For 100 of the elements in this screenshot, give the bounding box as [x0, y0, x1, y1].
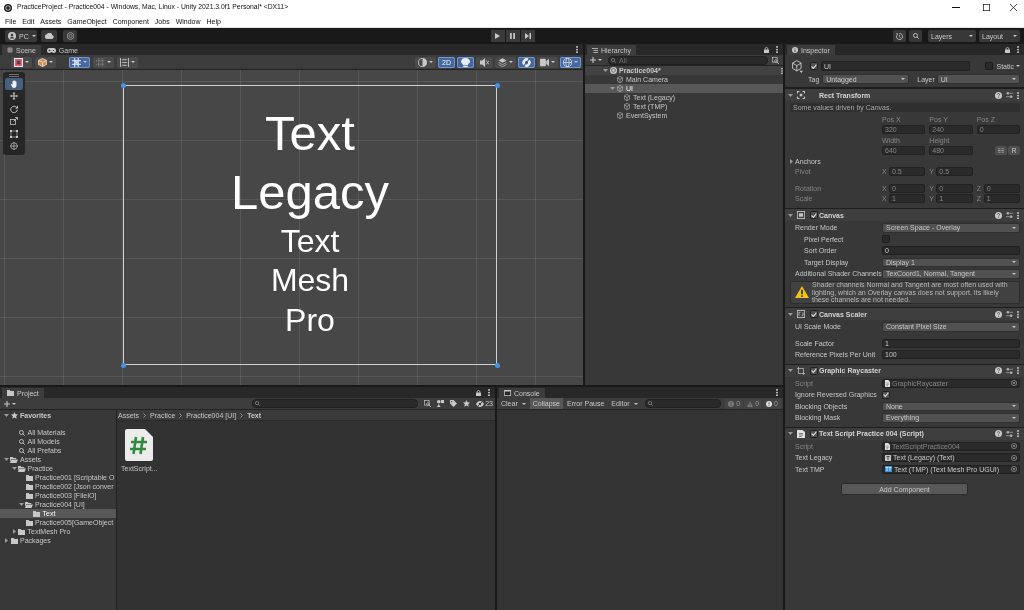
preset-sliders-icon[interactable] — [1006, 367, 1013, 374]
audio-button[interactable] — [476, 56, 493, 68]
align-button[interactable] — [117, 56, 138, 68]
checkmark-icon — [811, 311, 817, 317]
account-icon — [8, 32, 16, 40]
triangle-down-icon[interactable] — [4, 458, 9, 461]
object-picker-icon[interactable] — [1011, 380, 1017, 387]
cube-icon[interactable] — [792, 59, 803, 73]
search-field[interactable] — [252, 399, 419, 408]
search-button[interactable] — [909, 30, 922, 42]
help-icon[interactable] — [995, 91, 1002, 99]
shading-sphere-button[interactable] — [415, 56, 437, 68]
box-search-icon[interactable] — [772, 56, 779, 64]
enable-checkbox[interactable] — [810, 429, 818, 438]
lock-icon[interactable] — [476, 389, 481, 396]
info-icon — [766, 400, 773, 407]
shapes-icon[interactable] — [437, 400, 445, 407]
triangle-right-icon[interactable] — [5, 538, 8, 543]
corner-handle-icon[interactable] — [495, 83, 500, 88]
script-file-icon — [125, 429, 154, 461]
scale-icon — [10, 117, 18, 126]
corner-handle-icon[interactable] — [495, 363, 500, 368]
history-button[interactable] — [893, 30, 906, 42]
triangle-down-icon[interactable] — [788, 312, 793, 316]
script-icon — [885, 379, 890, 387]
search-field[interactable] — [644, 399, 722, 408]
shading-mode-button[interactable] — [11, 56, 32, 68]
hand-tool-button[interactable] — [5, 78, 23, 90]
hash-icon — [7, 47, 13, 53]
lock-icon[interactable] — [1005, 46, 1010, 53]
active-checkbox[interactable] — [810, 62, 818, 70]
corner-handle-icon[interactable] — [121, 83, 126, 88]
triangle-right-icon[interactable] — [789, 158, 793, 164]
triangle-down-icon[interactable] — [603, 69, 608, 72]
gizmos-button[interactable] — [560, 56, 581, 68]
triangle-down-icon[interactable] — [788, 93, 793, 97]
step-button[interactable] — [520, 30, 535, 42]
scene-text: Text Legacy — [231, 104, 389, 221]
snap-button[interactable] — [93, 56, 114, 68]
star-icon[interactable] — [463, 400, 471, 407]
rotate-icon — [10, 104, 18, 113]
drag-handle-icon[interactable] — [9, 74, 19, 77]
help-icon[interactable] — [995, 430, 1002, 437]
hand-icon — [10, 79, 18, 88]
caret-down-icon — [1012, 416, 1016, 419]
create-dropdown[interactable] — [4, 399, 16, 408]
draw-mode-button[interactable] — [35, 56, 56, 68]
lighting-button[interactable] — [457, 56, 474, 68]
preset-sliders-icon[interactable] — [1006, 92, 1013, 98]
collab-button[interactable] — [63, 30, 77, 42]
checkbox[interactable] — [882, 235, 890, 244]
visibility-button[interactable] — [518, 56, 535, 68]
script-icon — [797, 429, 805, 438]
cube-icon — [38, 57, 47, 67]
transform-icon — [10, 142, 18, 151]
folder-open-icon — [17, 465, 26, 472]
effects-button[interactable] — [495, 56, 516, 68]
triangle-down-icon[interactable] — [4, 414, 9, 417]
play-button[interactable] — [490, 30, 505, 42]
cloud-button[interactable] — [41, 30, 57, 42]
enable-checkbox[interactable] — [810, 310, 818, 318]
checkmark-icon — [883, 392, 889, 398]
triangle-down-icon[interactable] — [11, 467, 17, 470]
search-icon — [18, 447, 25, 454]
app-logo-icon — [4, 3, 12, 12]
triangle-down-icon[interactable] — [19, 503, 24, 506]
help-icon[interactable] — [995, 367, 1002, 374]
pause-button[interactable] — [505, 30, 520, 42]
star-icon — [10, 412, 18, 419]
triangle-down-icon[interactable] — [610, 87, 615, 90]
lock-icon[interactable] — [764, 46, 769, 53]
shading-icon — [14, 57, 23, 67]
help-icon[interactable] — [995, 310, 1002, 318]
caret-down-icon — [574, 61, 578, 63]
create-dropdown[interactable] — [588, 55, 604, 65]
enable-checkbox[interactable] — [810, 366, 818, 375]
align-icon — [120, 57, 129, 67]
preset-sliders-icon[interactable] — [1006, 212, 1013, 218]
checkbox[interactable] — [882, 390, 890, 399]
camera-button[interactable] — [537, 56, 558, 68]
type-filter-icon[interactable] — [424, 400, 432, 407]
triangle-down-icon[interactable] — [788, 213, 793, 217]
triangle-down-icon[interactable] — [788, 432, 793, 435]
tag-icon[interactable] — [450, 400, 458, 407]
triangle-down-icon[interactable] — [788, 369, 793, 372]
corner-handle-icon[interactable] — [121, 363, 126, 368]
search-icon — [18, 438, 25, 445]
triangle-right-icon[interactable] — [12, 529, 16, 534]
speaker-icon — [480, 57, 489, 67]
chevron-right-icon — [143, 412, 146, 418]
help-icon[interactable] — [995, 211, 1002, 219]
preset-sliders-icon[interactable] — [1006, 311, 1013, 317]
static-checkbox[interactable] — [985, 62, 994, 70]
eye-slash-icon — [522, 57, 531, 67]
error-icon — [728, 400, 735, 407]
enable-checkbox[interactable] — [810, 211, 818, 219]
grid-button[interactable] — [69, 56, 90, 68]
scene-text: Text Mesh Pro — [270, 221, 350, 340]
preset-sliders-icon[interactable] — [1006, 430, 1013, 437]
blueprint-mode-button[interactable] — [995, 146, 1007, 156]
